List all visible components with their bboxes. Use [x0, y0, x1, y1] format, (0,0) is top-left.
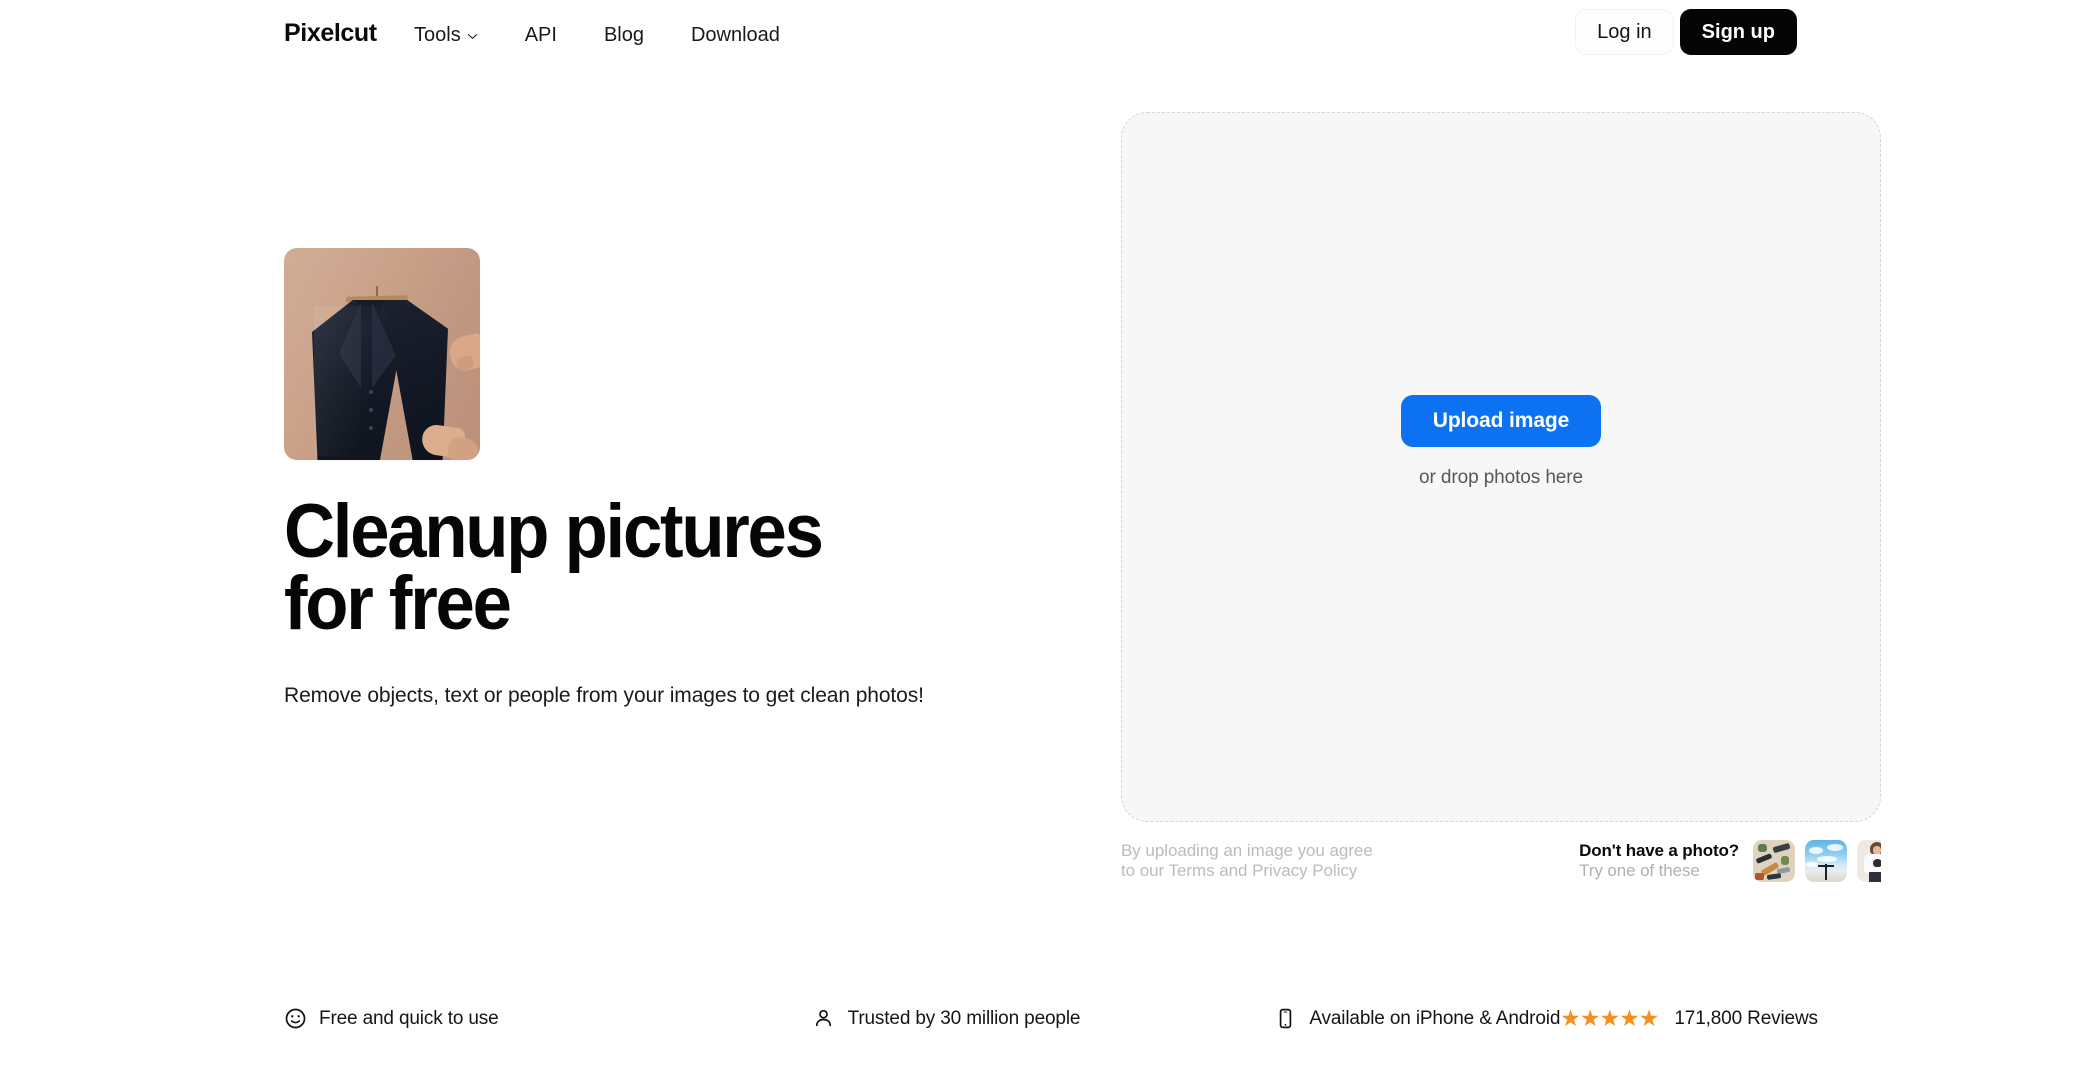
terms-line-1: By uploading an image you agree [1121, 841, 1373, 860]
header-actions: Log in Sign up [1575, 9, 1797, 55]
feature-label-mobile-availability: Available on iPhone & Android [1309, 1007, 1561, 1029]
drop-photos-hint: or drop photos here [1419, 467, 1583, 488]
tshirt-print [1873, 859, 1881, 867]
terms-line-2: to our Terms and Privacy Policy [1121, 861, 1373, 881]
landing-page: Pixelcut Tools API Blog Download Log in … [0, 0, 2081, 1074]
sample-thumbnail-sky-beach[interactable] [1805, 840, 1847, 882]
privacy-policy-link[interactable]: Privacy Policy [1252, 861, 1357, 880]
sample-thumbnail-flatlay-objects[interactable] [1753, 840, 1795, 882]
sample-thumbnails [1753, 840, 1881, 882]
rating-summary: ★★★★★ 171,800 Reviews [1560, 1007, 1818, 1030]
person-legs [1869, 872, 1881, 882]
person-icon [813, 1008, 835, 1030]
terms-notice: By uploading an image you agree to our T… [1121, 841, 1373, 880]
cloud-1 [1809, 847, 1823, 854]
feature-label-free-and-quick: Free and quick to use [319, 1007, 499, 1029]
upload-dropzone[interactable]: Upload image or drop photos here [1121, 112, 1881, 822]
flatlay-object-1 [1755, 853, 1773, 864]
signup-button[interactable]: Sign up [1679, 9, 1797, 55]
brand-logo[interactable]: Pixelcut [284, 19, 377, 48]
upload-image-button[interactable]: Upload image [1400, 395, 1602, 447]
flatlay-object-4 [1781, 856, 1789, 865]
sample-photos-subtitle: Try one of these [1579, 861, 1700, 880]
nav-item-api[interactable]: API [525, 22, 557, 48]
reviews-count-label: 171,800 Reviews [1674, 1007, 1818, 1029]
login-button[interactable]: Log in [1575, 9, 1674, 55]
nav-item-tools[interactable]: Tools [414, 22, 478, 48]
page-title: Cleanup pictures for free [284, 489, 824, 646]
flatlay-object-8 [1755, 873, 1764, 880]
sample-photos-text: Don't have a photo? Try one of these [1579, 841, 1739, 881]
star-rating-icon: ★★★★★ [1560, 1005, 1659, 1031]
terms-prefix: to our [1121, 860, 1169, 880]
phone-icon [1274, 1008, 1296, 1030]
terms-link[interactable]: Terms [1169, 861, 1215, 880]
nav-item-tools-label: Tools [414, 24, 461, 46]
hero-section: Cleanup pictures for free Remove objects… [284, 248, 1044, 710]
site-header: Pixelcut Tools API Blog Download Log in … [0, 0, 2081, 70]
feature-trusted-by-millions: Trusted by 30 million people [813, 1007, 1081, 1030]
feature-free-and-quick: Free and quick to use [284, 1008, 499, 1030]
page-subtitle: Remove objects, text or people from your… [284, 684, 924, 707]
nav-item-blog[interactable]: Blog [604, 22, 644, 48]
chevron-down-icon [467, 31, 478, 42]
feature-label-trusted-by-millions: Trusted by 30 million people [847, 1007, 1081, 1029]
sample-photos-title: Don't have a photo? [1579, 841, 1739, 860]
flatlay-object-3 [1758, 844, 1767, 852]
sample-photos-section: Don't have a photo? Try one of these [1579, 840, 1881, 882]
feature-mobile-availability: Available on iPhone & Android [1274, 1008, 1560, 1030]
feature-bar: Free and quick to use Trusted by 30 mill… [284, 1007, 1818, 1030]
smiley-icon [284, 1008, 306, 1030]
flatlay-object-2 [1772, 842, 1791, 854]
sample-thumbnail-person-tshirt[interactable] [1857, 840, 1881, 882]
beach-umbrella-arm [1818, 865, 1834, 867]
blazer-button-3 [369, 426, 373, 430]
hero-image [284, 248, 480, 460]
main-nav: Tools API Blog Download [414, 22, 780, 48]
blazer-button-1 [369, 390, 373, 394]
nav-item-download[interactable]: Download [691, 22, 780, 48]
terms-conjunction: and [1214, 860, 1253, 880]
flatlay-object-7 [1766, 873, 1782, 880]
blazer-button-2 [369, 408, 373, 412]
cloud-2 [1827, 844, 1843, 851]
cloud-4 [1806, 862, 1818, 867]
cloud-3 [1817, 856, 1837, 862]
upload-dropzone-content: Upload image or drop photos here [1122, 395, 1880, 489]
